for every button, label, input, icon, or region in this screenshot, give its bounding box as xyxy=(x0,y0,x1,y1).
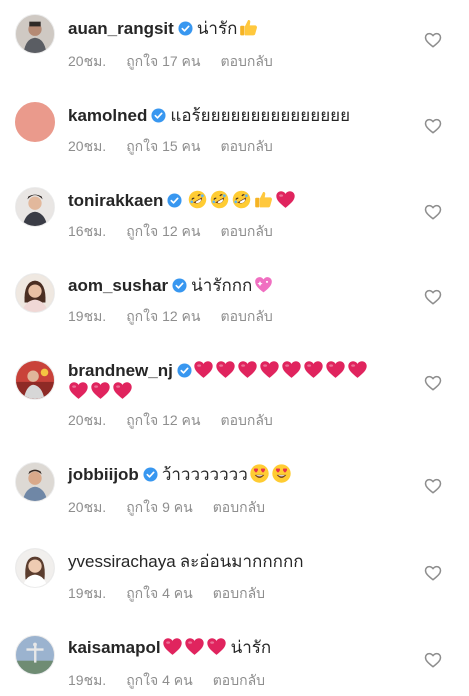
like-heart-icon[interactable] xyxy=(424,117,442,135)
avatar[interactable] xyxy=(15,462,55,502)
comment-text: ว้าววววววว xyxy=(161,465,248,484)
username[interactable]: aom_sushar xyxy=(68,276,168,295)
verified-badge-icon xyxy=(172,277,187,293)
comment-time: 19ชม. xyxy=(68,585,107,601)
likes-count[interactable]: ถูกใจ 4 คน xyxy=(126,672,193,688)
comment-time: 16ชม. xyxy=(68,223,107,239)
comment-text: น่ารัก xyxy=(230,638,272,657)
avatar[interactable] xyxy=(15,635,55,675)
likes-count[interactable]: ถูกใจ 9 คน xyxy=(126,499,193,515)
red-heart-emoji xyxy=(259,359,280,380)
red-heart-emoji xyxy=(215,359,236,380)
red-heart-emoji xyxy=(90,380,111,401)
comment-time: 20ชม. xyxy=(68,138,107,154)
reply-button[interactable]: ตอบกลับ xyxy=(213,672,265,688)
avatar[interactable] xyxy=(15,14,55,54)
red-heart-emoji xyxy=(193,359,214,380)
heart-eyes-emoji xyxy=(249,463,270,484)
like-heart-icon[interactable] xyxy=(424,477,442,495)
comment-time: 19ชม. xyxy=(68,308,107,324)
avatar[interactable] xyxy=(15,273,55,313)
like-heart-icon[interactable] xyxy=(424,564,442,582)
reply-button[interactable]: ตอบกลับ xyxy=(220,223,272,239)
red-heart-emoji xyxy=(112,380,133,401)
red-heart-emoji xyxy=(303,359,324,380)
red-heart-emoji xyxy=(325,359,346,380)
username[interactable]: tonirakkaen xyxy=(68,191,163,210)
verified-badge-icon xyxy=(177,362,192,378)
heart-eyes-emoji xyxy=(271,463,292,484)
comment-time: 20ชม. xyxy=(68,53,107,69)
like-heart-icon[interactable] xyxy=(424,374,442,392)
red-heart-emoji xyxy=(68,380,89,401)
sparkling-heart-emoji xyxy=(253,274,274,295)
reply-button[interactable]: ตอบกลับ xyxy=(213,585,265,601)
username[interactable]: auan_rangsit xyxy=(68,19,174,38)
red-heart-emoji xyxy=(237,359,258,380)
reply-button[interactable]: ตอบกลับ xyxy=(213,499,265,515)
avatar[interactable] xyxy=(15,102,55,142)
comment-text: ละอ่อนมากกกกก xyxy=(179,552,304,571)
reply-button[interactable]: ตอบกลับ xyxy=(220,412,272,428)
like-heart-icon[interactable] xyxy=(424,31,442,49)
verified-badge-icon xyxy=(151,107,166,123)
like-heart-icon[interactable] xyxy=(424,203,442,221)
avatar[interactable] xyxy=(15,548,55,588)
comment-time: 20ชม. xyxy=(68,499,107,515)
username[interactable]: kamolned xyxy=(68,106,147,125)
likes-count[interactable]: ถูกใจ 12 คน xyxy=(126,308,200,324)
like-heart-icon[interactable] xyxy=(424,288,442,306)
comment-text: น่ารักกก xyxy=(191,276,253,295)
verified-badge-icon xyxy=(167,192,182,208)
comment-time: 20ชม. xyxy=(68,412,107,428)
like-heart-icon[interactable] xyxy=(424,651,442,669)
comment-time: 19ชม. xyxy=(68,672,107,688)
rofl-emoji xyxy=(209,189,230,210)
red-heart-emoji xyxy=(206,636,227,657)
red-heart-emoji xyxy=(275,189,296,210)
thumbs-up-emoji xyxy=(238,17,259,38)
red-heart-emoji xyxy=(184,636,205,657)
comment-text-line2 xyxy=(68,380,133,403)
reply-button[interactable]: ตอบกลับ xyxy=(220,308,272,324)
comment-text: น่ารัก xyxy=(196,19,238,38)
red-heart-emoji xyxy=(347,359,368,380)
rofl-emoji xyxy=(187,189,208,210)
avatar[interactable] xyxy=(15,187,55,227)
likes-count[interactable]: ถูกใจ 17 คน xyxy=(126,53,200,69)
verified-badge-icon xyxy=(178,20,193,36)
likes-count[interactable]: ถูกใจ 12 คน xyxy=(126,412,200,428)
username[interactable]: kaisamapol xyxy=(68,638,161,657)
red-heart-emoji xyxy=(281,359,302,380)
username[interactable]: jobbiijob xyxy=(68,465,139,484)
avatar[interactable] xyxy=(15,360,55,400)
rofl-emoji xyxy=(231,189,252,210)
verified-badge-icon xyxy=(143,466,158,482)
reply-button[interactable]: ตอบกลับ xyxy=(220,138,272,154)
reply-button[interactable]: ตอบกลับ xyxy=(220,53,272,69)
likes-count[interactable]: ถูกใจ 4 คน xyxy=(126,585,193,601)
likes-count[interactable]: ถูกใจ 12 คน xyxy=(126,223,200,239)
comment-text: แอร้ยยยยยยยยยยยยยยย xyxy=(170,106,351,125)
username[interactable]: yvessirachaya xyxy=(68,552,176,571)
thumbs-up-emoji xyxy=(253,189,274,210)
red-heart-emoji xyxy=(162,636,183,657)
username[interactable]: brandnew_nj xyxy=(68,361,173,380)
likes-count[interactable]: ถูกใจ 15 คน xyxy=(126,138,200,154)
